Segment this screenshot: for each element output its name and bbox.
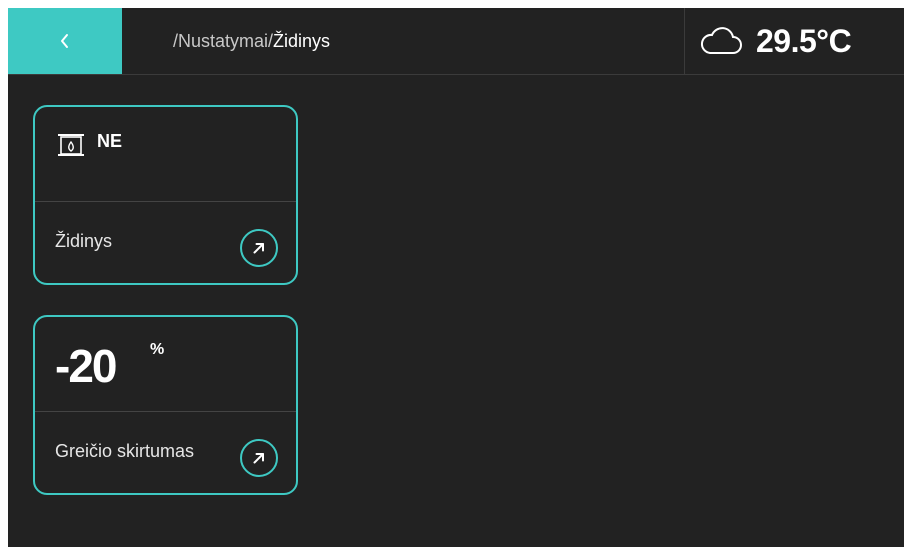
back-button[interactable] <box>8 8 122 74</box>
arrow-up-right-icon <box>253 453 264 464</box>
temperature: 29.5°C <box>756 23 852 59</box>
speed-difference-label: Greičio skirtumas <box>55 441 195 461</box>
fireplace-state: NE <box>97 131 123 151</box>
cloud-icon <box>701 27 742 54</box>
fireplace-card[interactable]: NE Židinys <box>33 105 298 285</box>
card-divider <box>35 411 296 412</box>
breadcrumb-path[interactable]: /Nustatymai/ <box>173 31 273 52</box>
fireplace-icon <box>58 134 84 156</box>
breadcrumb-current: Židinys <box>273 30 331 51</box>
open-fireplace-button[interactable] <box>240 229 278 267</box>
card-divider <box>35 201 296 202</box>
open-speed-difference-button[interactable] <box>240 439 278 477</box>
screen: /Nustatymai/Židinys 29.5°C NE Židinys -2… <box>8 8 904 547</box>
speed-difference-value: -20 <box>55 340 118 392</box>
speed-difference-card[interactable]: -20 % Greičio skirtumas <box>33 315 298 495</box>
arrow-up-right-icon <box>253 243 264 254</box>
chevron-left-icon <box>61 34 68 48</box>
top-bar: /Nustatymai/Židinys 29.5°C <box>8 8 904 75</box>
speed-difference-unit: % <box>150 341 165 358</box>
weather-widget: 29.5°C <box>684 8 904 74</box>
breadcrumb: /Nustatymai/Židinys <box>173 8 330 74</box>
fireplace-label: Židinys <box>55 231 113 251</box>
